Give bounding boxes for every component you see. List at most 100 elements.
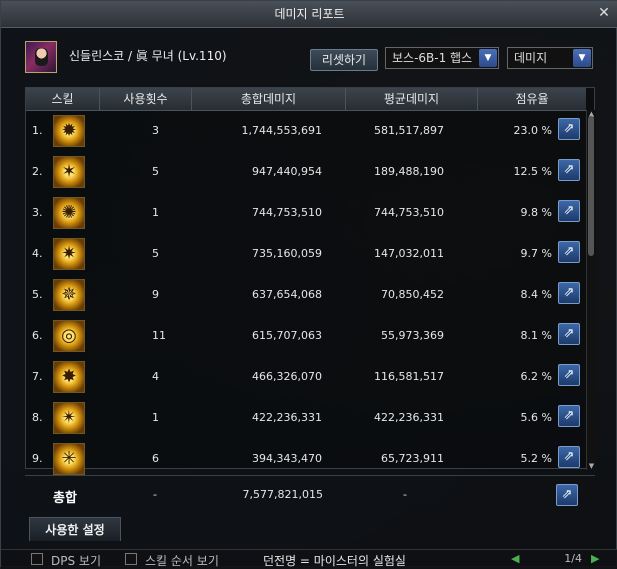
chevron-down-icon: ▼ (573, 49, 591, 67)
row-rank: 6. (32, 329, 43, 342)
skill-icon[interactable]: ◎ (53, 320, 85, 352)
skill-icon[interactable]: ✷ (53, 238, 85, 270)
skill-icon[interactable]: ✴ (53, 402, 85, 434)
share-icon[interactable]: ⇗ (558, 405, 580, 427)
row-rank: 2. (32, 165, 43, 178)
row-avg-damage: 189,488,190 (374, 165, 444, 178)
row-rank: 1. (32, 124, 43, 137)
share-icon[interactable]: ⇗ (558, 323, 580, 345)
row-uses: 1 (152, 206, 159, 219)
row-uses: 1 (152, 411, 159, 424)
total-damage: 7,577,821,015 (242, 488, 323, 501)
window-title: 데미지 리포트 (274, 7, 345, 21)
share-icon[interactable]: ⇗ (558, 241, 580, 263)
row-total-damage: 947,440,954 (252, 165, 322, 178)
row-share: 9.7 % (520, 247, 552, 260)
header-uses[interactable]: 사용횟수 (100, 88, 192, 110)
row-share: 8.4 % (520, 288, 552, 301)
row-rank: 5. (32, 288, 43, 301)
row-share: 6.2 % (520, 370, 552, 383)
row-avg-damage: 422,236,331 (374, 411, 444, 424)
row-share: 8.1 % (520, 329, 552, 342)
share-icon[interactable]: ⇗ (558, 446, 580, 468)
dps-label: DPS 보기 (51, 554, 101, 568)
row-uses: 4 (152, 370, 159, 383)
row-avg-damage: 116,581,517 (374, 370, 444, 383)
table-row: 6. ◎ 11 615,707,063 55,973,369 8.1 % ⇗ (26, 316, 586, 357)
scrollbar-thumb[interactable] (588, 116, 594, 256)
row-avg-damage: 55,973,369 (381, 329, 444, 342)
dps-checkbox[interactable] (31, 553, 43, 565)
character-name: 신들린스코 / 眞 무녀 (Lv.110) (69, 49, 227, 63)
total-uses: - (153, 488, 157, 501)
reset-button[interactable]: 리셋하기 (310, 49, 378, 71)
row-total-damage: 615,707,063 (252, 329, 322, 342)
total-avg: - (403, 488, 407, 501)
footer-bar: DPS 보기 스킬 순서 보기 던전명 = 마이스터의 실험실 ◀ 1/4 ▶ (1, 549, 617, 569)
table-scrollbar[interactable]: ▲ ▼ (586, 110, 596, 470)
boss-select[interactable]: 보스-6B-1 햅스 ▼ (385, 47, 499, 69)
row-total-damage: 735,160,059 (252, 247, 322, 260)
row-total-damage: 637,654,068 (252, 288, 322, 301)
row-share: 12.5 % (513, 165, 552, 178)
table-row: 3. ✺ 1 744,753,510 744,753,510 9.8 % ⇗ (26, 193, 586, 234)
row-total-damage: 422,236,331 (252, 411, 322, 424)
row-share: 23.0 % (513, 124, 552, 137)
tab-used-settings[interactable]: 사용한 설정 (29, 517, 121, 541)
row-uses: 5 (152, 165, 159, 178)
dungeon-name: 던전명 = 마이스터의 실험실 (263, 554, 406, 568)
row-rank: 7. (32, 370, 43, 383)
table-row: 7. ✸ 4 466,326,070 116,581,517 6.2 % ⇗ (26, 357, 586, 398)
header-total-damage[interactable]: 총합데미지 (192, 88, 346, 110)
header-avg-damage[interactable]: 평균데미지 (346, 88, 478, 110)
share-icon[interactable]: ⇗ (558, 159, 580, 181)
skill-icon[interactable]: ✶ (53, 156, 85, 188)
row-rank: 4. (32, 247, 43, 260)
prev-page-icon[interactable]: ◀ (511, 552, 519, 565)
row-avg-damage: 65,723,911 (381, 452, 444, 465)
row-uses: 11 (152, 329, 166, 342)
table-row: 2. ✶ 5 947,440,954 189,488,190 12.5 % ⇗ (26, 152, 586, 193)
row-uses: 6 (152, 452, 159, 465)
row-uses: 9 (152, 288, 159, 301)
character-avatar (25, 41, 57, 73)
share-icon[interactable]: ⇗ (558, 364, 580, 386)
skill-order-checkbox[interactable] (125, 553, 137, 565)
damage-type-select[interactable]: 데미지 ▼ (507, 47, 593, 69)
skill-icon[interactable]: ✸ (53, 361, 85, 393)
row-avg-damage: 70,850,452 (381, 288, 444, 301)
header-share[interactable]: 점유율 (478, 88, 586, 110)
row-avg-damage: 581,517,897 (374, 124, 444, 137)
table-row: 1. ✹ 3 1,744,553,691 581,517,897 23.0 % ⇗ (26, 111, 586, 152)
close-icon[interactable]: ✕ (596, 5, 612, 21)
title-bar[interactable]: 데미지 리포트 ✕ (1, 1, 617, 28)
skill-order-label: 스킬 순서 보기 (145, 554, 219, 568)
row-rank: 8. (32, 411, 43, 424)
table-row: 4. ✷ 5 735,160,059 147,032,011 9.7 % ⇗ (26, 234, 586, 275)
skill-icon[interactable]: ✺ (53, 197, 85, 229)
chevron-down-icon: ▼ (479, 49, 497, 67)
row-share: 9.8 % (520, 206, 552, 219)
scroll-down-icon[interactable]: ▼ (587, 462, 596, 470)
skill-icon[interactable]: ✳ (53, 443, 85, 475)
row-total-damage: 744,753,510 (252, 206, 322, 219)
share-icon[interactable]: ⇗ (558, 282, 580, 304)
skill-icon[interactable]: ✵ (53, 279, 85, 311)
share-icon[interactable]: ⇗ (558, 200, 580, 222)
row-avg-damage: 744,753,510 (374, 206, 444, 219)
skill-icon[interactable]: ✹ (53, 115, 85, 147)
row-share: 5.2 % (520, 452, 552, 465)
row-total-damage: 1,744,553,691 (241, 124, 322, 137)
share-icon[interactable]: ⇗ (558, 118, 580, 140)
total-label: 총합 (53, 491, 77, 506)
row-avg-damage: 147,032,011 (374, 247, 444, 260)
total-row: 총합 - 7,577,821,015 - ⇗ (25, 475, 595, 514)
table-row: 5. ✵ 9 637,654,068 70,850,452 8.4 % ⇗ (26, 275, 586, 316)
header-skill[interactable]: 스킬 (26, 88, 100, 110)
page-indicator: 1/4 (564, 552, 582, 565)
next-page-icon[interactable]: ▶ (591, 552, 599, 565)
table-header: 스킬 사용횟수 총합데미지 평균데미지 점유율 (26, 88, 586, 111)
skill-damage-table: 스킬 사용횟수 총합데미지 평균데미지 점유율 1. ✹ 3 1,744,553,69… (25, 87, 596, 475)
share-icon[interactable]: ⇗ (556, 484, 578, 506)
row-share: 5.6 % (520, 411, 552, 424)
